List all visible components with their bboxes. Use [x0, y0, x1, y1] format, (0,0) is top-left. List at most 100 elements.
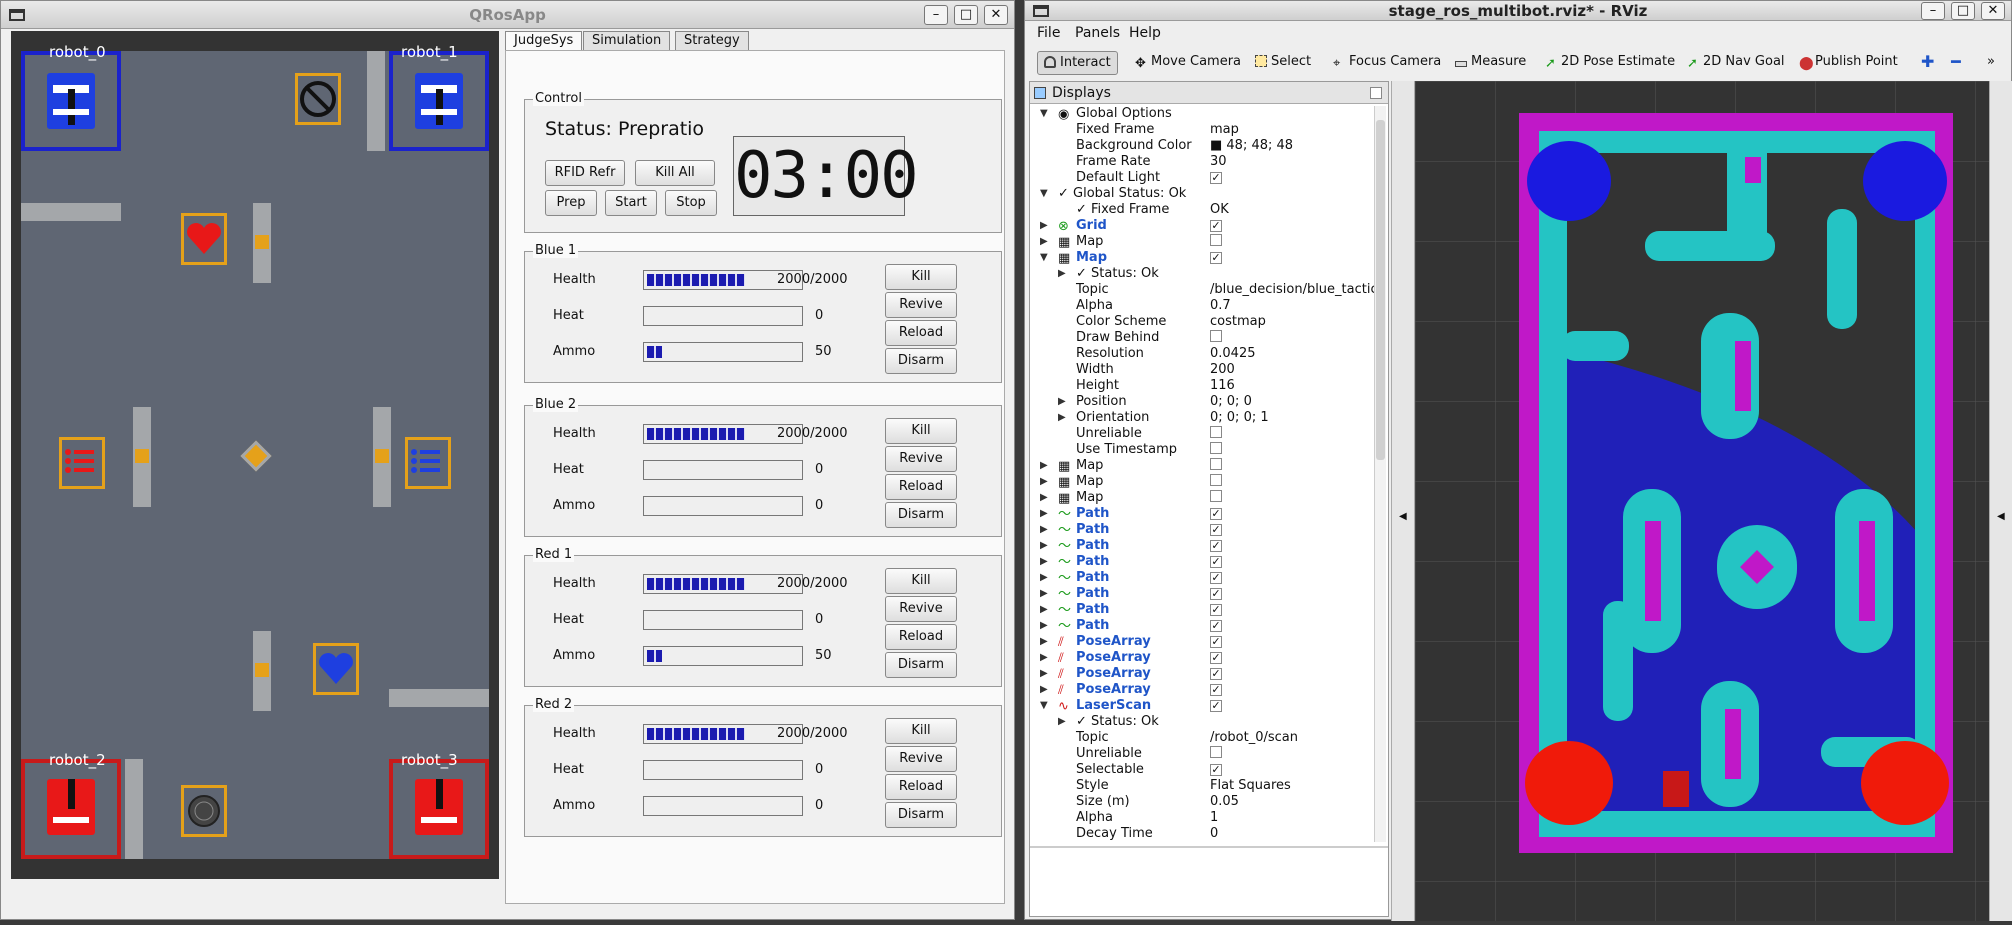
tree-row-value[interactable]: 0; 0; 0	[1210, 394, 1375, 410]
kill-all-button[interactable]: Kill All	[635, 160, 715, 186]
expand-arrow-icon[interactable]: ▼	[1040, 698, 1048, 714]
checkbox[interactable]: ✓	[1210, 540, 1222, 552]
tool-select[interactable]: Select	[1249, 51, 1317, 75]
reload-button[interactable]: Reload	[885, 774, 957, 800]
rfid-refresh-button[interactable]: RFID Refr	[545, 160, 625, 186]
panel-splitter[interactable]	[1030, 846, 1388, 848]
checkbox[interactable]	[1210, 426, 1222, 438]
expand-arrow-icon[interactable]: ▶	[1058, 410, 1066, 426]
expand-arrow-icon[interactable]: ▶	[1058, 266, 1066, 282]
tree-row[interactable]: Size (m) 0.05	[1030, 794, 1374, 810]
qros-titlebar[interactable]: QRosApp – □ ✕	[1, 1, 1014, 29]
disarm-button[interactable]: Disarm	[885, 652, 957, 678]
tree-row-value[interactable]: costmap	[1210, 314, 1375, 330]
maximize-button[interactable]: □	[954, 5, 978, 25]
checkbox[interactable]: ✓	[1210, 556, 1222, 568]
tree-row-checkbox[interactable]	[1210, 490, 1375, 507]
tree-row[interactable]: ▶ 〜 Path ✓	[1030, 522, 1374, 538]
robot-2[interactable]	[47, 779, 95, 835]
tree-row[interactable]: ▶ ▦ Map	[1030, 234, 1374, 250]
expand-arrow-icon[interactable]: ▶	[1040, 602, 1048, 618]
panel-float-button[interactable]	[1370, 87, 1382, 99]
tool-2d-pose-estimate[interactable]: ➚ 2D Pose Estimate	[1539, 51, 1681, 75]
tree-row[interactable]: Frame Rate 30	[1030, 154, 1374, 170]
expand-arrow-icon[interactable]: ▶	[1040, 522, 1048, 538]
expand-arrow-icon[interactable]: ▶	[1040, 458, 1048, 474]
right-collapse-handle[interactable]: ◀	[1989, 81, 2012, 921]
tree-row-checkbox[interactable]: ✓	[1210, 698, 1375, 714]
tree-scrollbar[interactable]	[1374, 106, 1386, 842]
kill-button[interactable]: Kill	[885, 418, 957, 444]
checkbox[interactable]	[1210, 330, 1222, 342]
remove-tool-button[interactable]: ━	[1945, 51, 1967, 75]
tool-focus-camera[interactable]: ⌖ Focus Camera	[1327, 51, 1447, 75]
tree-row[interactable]: Color Scheme costmap	[1030, 314, 1374, 330]
tree-row[interactable]: Background Color ■ 48; 48; 48	[1030, 138, 1374, 154]
tool-2d-nav-goal[interactable]: ➚ 2D Nav Goal	[1681, 51, 1791, 75]
maximize-button[interactable]: □	[1951, 2, 1975, 20]
tree-row-checkbox[interactable]: ✓	[1210, 586, 1375, 602]
checkbox[interactable]: ✓	[1210, 172, 1222, 184]
tree-row[interactable]: ▶ 〜 Path ✓	[1030, 538, 1374, 554]
minimize-button[interactable]: –	[924, 5, 948, 25]
tree-row-checkbox[interactable]: ✓	[1210, 522, 1375, 538]
kill-button[interactable]: Kill	[885, 718, 957, 744]
tree-row[interactable]: Topic/blue_decision/blue_tactic_	[1030, 282, 1375, 298]
tree-row[interactable]: Alpha 1	[1030, 810, 1374, 826]
checkbox[interactable]: ✓	[1210, 652, 1222, 664]
tree-row-checkbox[interactable]: ✓	[1210, 602, 1375, 618]
tree-row[interactable]: ▶ ✓ Status: Ok	[1030, 266, 1374, 282]
tree-row[interactable]: ▼ ✓ Global Status: Ok	[1030, 186, 1374, 202]
tree-row[interactable]: Resolution 0.0425	[1030, 346, 1374, 362]
tree-row-checkbox[interactable]	[1210, 234, 1375, 251]
tree-row[interactable]: Height 116	[1030, 378, 1374, 394]
tree-row-checkbox[interactable]	[1210, 458, 1375, 475]
reload-button[interactable]: Reload	[885, 474, 957, 500]
tree-row-checkbox[interactable]: ✓	[1210, 218, 1375, 234]
checkbox[interactable]: ✓	[1210, 508, 1222, 520]
tree-row-value[interactable]: map	[1210, 122, 1375, 138]
close-button[interactable]: ✕	[984, 5, 1008, 25]
checkbox[interactable]: ✓	[1210, 668, 1222, 680]
tree-row-checkbox[interactable]	[1210, 442, 1375, 459]
tree-row-checkbox[interactable]: ✓	[1210, 666, 1375, 682]
tree-row[interactable]: ▶ 〜 Path ✓	[1030, 586, 1374, 602]
tree-row-checkbox[interactable]	[1210, 330, 1375, 347]
tree-row-value[interactable]: 116	[1210, 378, 1375, 394]
checkbox[interactable]: ✓	[1210, 572, 1222, 584]
expand-arrow-icon[interactable]: ▶	[1040, 634, 1048, 650]
tree-row-value[interactable]: /blue_decision/blue_tactic_	[1210, 282, 1375, 298]
left-collapse-handle[interactable]: ◀	[1391, 81, 1415, 921]
tree-row[interactable]: Alpha 0.7	[1030, 298, 1374, 314]
tree-row[interactable]: Fixed Frame map	[1030, 122, 1374, 138]
expand-arrow-icon[interactable]: ▶	[1040, 218, 1048, 234]
scrollbar-thumb[interactable]	[1376, 120, 1385, 460]
menu-panels[interactable]: Panels	[1075, 25, 1120, 41]
tree-row-value[interactable]: 0.0425	[1210, 346, 1375, 362]
checkbox[interactable]: ✓	[1210, 588, 1222, 600]
revive-button[interactable]: Revive	[885, 446, 957, 472]
expand-arrow-icon[interactable]: ▶	[1040, 650, 1048, 666]
tool-move-camera[interactable]: ✥ Move Camera	[1129, 51, 1247, 75]
menu-file[interactable]: File	[1037, 25, 1060, 41]
kill-button[interactable]: Kill	[885, 264, 957, 290]
tree-row-checkbox[interactable]: ✓	[1210, 762, 1375, 778]
disarm-button[interactable]: Disarm	[885, 502, 957, 528]
add-tool-button[interactable]: ✚	[1915, 51, 1940, 75]
expand-arrow-icon[interactable]: ▶	[1040, 570, 1048, 586]
expand-arrow-icon[interactable]: ▶	[1040, 554, 1048, 570]
disarm-button[interactable]: Disarm	[885, 802, 957, 828]
expand-arrow-icon[interactable]: ▶	[1040, 490, 1048, 506]
toolbar-overflow-button[interactable]: »	[1981, 51, 2001, 75]
tree-row-checkbox[interactable]	[1210, 426, 1375, 443]
expand-arrow-icon[interactable]: ▼	[1040, 106, 1048, 122]
tree-row-value[interactable]: 0	[1210, 826, 1375, 842]
tree-row-checkbox[interactable]: ✓	[1210, 682, 1375, 698]
tree-row[interactable]: ▶ 〜 Path ✓	[1030, 554, 1374, 570]
tree-row-checkbox[interactable]	[1210, 474, 1375, 491]
checkbox[interactable]: ✓	[1210, 620, 1222, 632]
checkbox[interactable]: ✓	[1210, 684, 1222, 696]
tool-measure[interactable]: Measure	[1449, 51, 1532, 75]
tree-row[interactable]: Decay Time 0	[1030, 826, 1374, 842]
tree-row[interactable]: ▶ Position 0; 0; 0	[1030, 394, 1374, 410]
